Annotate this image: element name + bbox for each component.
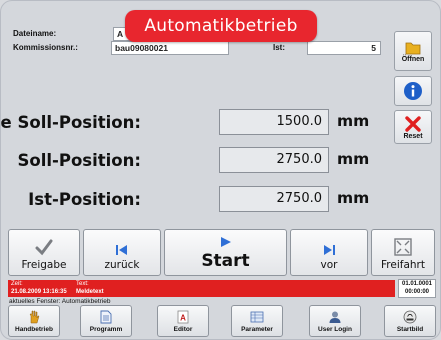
position-row: Soll-Position: 2750.0 mm [1,146,381,174]
date-display: 01.01.0001 [401,281,433,287]
user-icon [329,311,341,323]
position-value: 2750.0 [219,186,329,212]
position-unit: mm [337,150,370,168]
close-icon [405,115,421,132]
bottom-label: Handbetrieb [15,326,53,333]
position-unit: mm [337,189,370,207]
text-label: Text: [76,281,89,287]
app-window: Automatikbetrieb Dateiname: A Kommission… [0,0,441,340]
kommission-field: bau09080021 [111,41,229,55]
editor-button[interactable]: A Editor [157,305,209,337]
position-value: 2750.0 [219,147,329,173]
open-button[interactable]: Öffnen [394,31,432,71]
bottom-label: User Login [318,326,352,333]
freifahrt-button[interactable]: Freifahrt [371,229,435,276]
position-row: Ist-Position: 2750.0 mm [1,185,381,213]
datetime-box: 01.01.0001 00:00:00 [398,279,436,298]
back-label: zurück [104,259,140,271]
hand-icon [29,310,40,324]
handbetrieb-button[interactable]: Handbetrieb [8,305,60,337]
dateiname-label: Dateiname: [13,29,57,38]
skip-forward-icon [324,245,335,255]
position-row: neue Soll-Position: 1500.0 mm [1,108,381,136]
svg-text:A: A [180,314,186,323]
position-label: Soll-Position: [17,151,141,170]
zeit-label: Zeit: [11,281,23,287]
info-icon [404,82,422,100]
current-window-label: aktuelles Fenster: Automatikbetrieb [9,298,111,305]
editor-icon: A [177,310,189,324]
forward-button[interactable]: vor [290,229,368,276]
bottom-label: Programm [89,326,123,333]
reset-button[interactable]: Reset [394,110,432,144]
document-icon [100,310,112,324]
message-text: Meldetext [76,289,104,295]
bottom-label: Startbild [396,326,424,333]
freigabe-label: Freigabe [21,259,67,271]
start-button[interactable]: Start [164,229,287,276]
startbild-icon [403,310,417,324]
freigabe-button[interactable]: Freigabe [8,229,80,276]
freifahrt-label: Freifahrt [381,259,425,271]
open-label: Öffnen [401,55,425,63]
skip-back-icon [116,245,127,255]
zeit-value: 21.08.2009 13:16:35 [11,289,67,295]
reset-label: Reset [403,132,423,140]
folder-icon [405,42,421,54]
bottom-label: Editor [173,326,193,333]
kommission-label: Kommissionsnr.: [13,43,78,52]
bottom-label: Parameter [241,326,273,333]
ist-field: 5 [307,41,381,55]
back-button[interactable]: zurück [83,229,161,276]
ist-label: Ist: [273,43,285,52]
startbild-button[interactable]: Startbild [384,305,436,337]
forward-label: vor [320,259,338,271]
programm-button[interactable]: Programm [80,305,132,337]
checkmark-icon [35,239,53,256]
time-display: 00:00:00 [404,289,430,295]
parameter-button[interactable]: Parameter [231,305,283,337]
info-button[interactable] [394,76,432,106]
position-label: neue Soll-Position: [0,113,141,132]
mode-title: Automatikbetrieb [144,16,298,36]
position-unit: mm [337,112,370,130]
mode-banner: Automatikbetrieb [125,10,317,42]
position-value[interactable]: 1500.0 [219,109,329,135]
start-label: Start [201,251,250,271]
status-bar: Zeit: 21.08.2009 13:16:35 Text: Meldetex… [8,280,395,297]
user-login-button[interactable]: User Login [309,305,361,337]
play-icon [220,237,231,247]
expand-icon [394,238,412,256]
position-label: Ist-Position: [28,190,141,209]
parameter-icon [250,311,264,323]
